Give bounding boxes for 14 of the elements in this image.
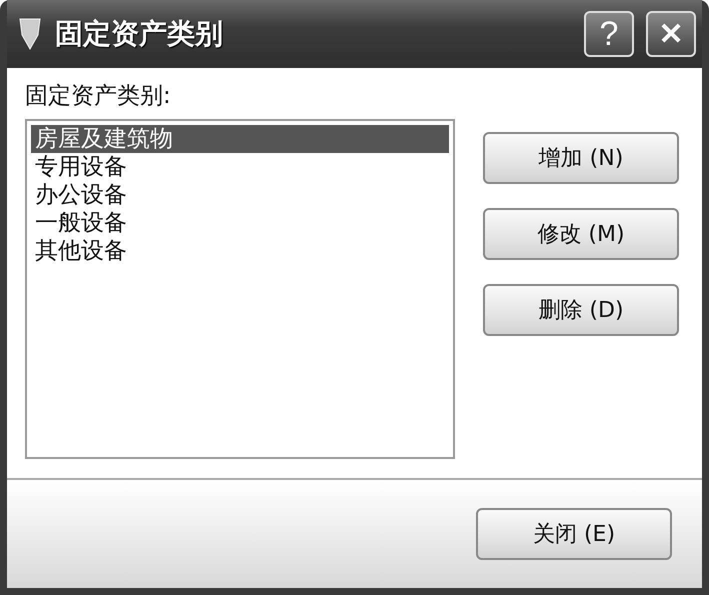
help-button[interactable]: ?	[584, 11, 634, 57]
action-button[interactable]: 修改 (M)	[483, 208, 679, 260]
close-dialog-button[interactable]: 关闭 (E)	[476, 508, 672, 560]
list-item[interactable]: 其他设备	[31, 237, 449, 265]
list-item[interactable]: 专用设备	[31, 153, 449, 181]
list-item[interactable]: 办公设备	[31, 181, 449, 209]
list-item[interactable]: 房屋及建筑物	[31, 125, 449, 153]
action-button[interactable]: 增加 (N)	[483, 132, 679, 184]
close-button[interactable]: ✕	[646, 11, 696, 57]
list-label: 固定资产类别:	[25, 82, 172, 111]
window-title: 固定资产类别	[55, 16, 224, 52]
app-icon	[17, 17, 43, 51]
list-item[interactable]: 一般设备	[31, 209, 449, 237]
action-button[interactable]: 删除 (D)	[483, 284, 679, 336]
